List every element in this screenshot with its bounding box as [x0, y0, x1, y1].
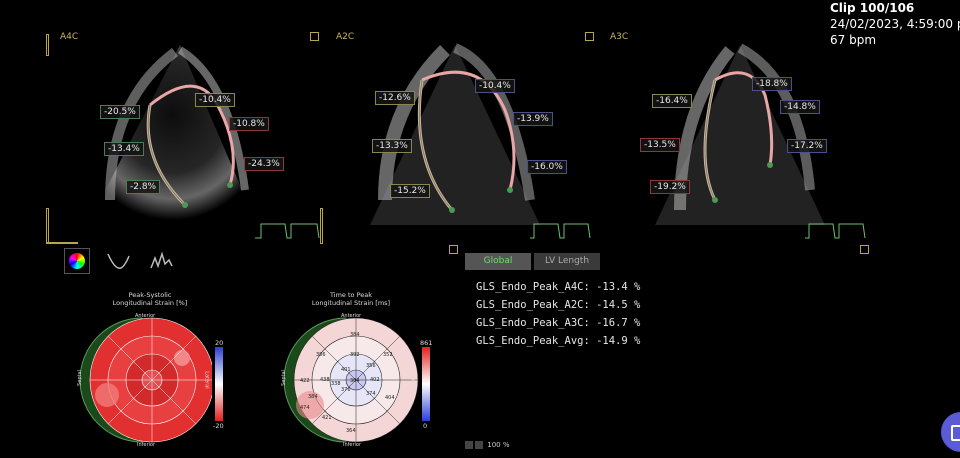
segment-label[interactable]: -12.6% [375, 91, 415, 105]
zoom-in-button[interactable] [475, 441, 483, 449]
frame-corner [46, 242, 78, 244]
segment-value: 384 [350, 332, 360, 338]
heart-rate: 67 bpm [830, 33, 877, 47]
segment-label[interactable]: -19.2% [650, 180, 690, 194]
segment-value: 338 [331, 381, 341, 387]
view-label-a2c: A2C [336, 32, 355, 42]
segment-label[interactable]: -13.9% [513, 112, 553, 126]
label-septal: Septal [280, 370, 287, 386]
segment-label[interactable]: -15.2% [390, 184, 430, 198]
ecg-trace [530, 223, 591, 239]
clip-info: Clip 100/106 24/02/2023, 4:59:00 pm 67 b… [830, 0, 960, 48]
label-anterior: Anterior [135, 313, 156, 319]
view-select-box[interactable] [310, 32, 319, 41]
view-select-box[interactable] [449, 245, 458, 254]
segment-value: 384 [350, 378, 360, 384]
segment-value: 376 [341, 387, 351, 393]
segment-label[interactable]: -10.4% [195, 93, 235, 107]
segment-value: 404 [385, 395, 395, 401]
chat-icon [951, 425, 960, 441]
label-lateral: Lateral [409, 371, 416, 389]
segment-value: 386 [316, 352, 326, 358]
label-inferior: Inferior [343, 442, 362, 448]
ttp-colorbar [422, 347, 430, 421]
frame-corner [46, 34, 49, 56]
strain-colorbar [215, 347, 223, 421]
clip-counter: Clip 100/106 [830, 1, 915, 15]
ultrasound-a2c [370, 43, 540, 225]
zoom-level: 100 % [487, 441, 510, 449]
segment-label[interactable]: -20.5% [100, 105, 140, 119]
segment-value: 356 [366, 363, 376, 369]
tab-global[interactable]: Global [465, 253, 531, 270]
segment-label[interactable]: -14.8% [780, 100, 820, 114]
segment-label[interactable]: -17.2% [787, 139, 827, 153]
segment-value: 364 [346, 428, 356, 434]
bullseye-ttp-title: Time to Peak Longitudinal Strain [ms] [311, 291, 391, 307]
segment-label[interactable]: -2.8% [126, 180, 161, 194]
segment-label[interactable]: -10.4% [475, 79, 515, 93]
gls-a4c: GLS_Endo_Peak_A4C: -13.4 % [476, 281, 641, 293]
segment-value: 374 [366, 391, 376, 397]
segment-label[interactable]: -18.8% [752, 77, 792, 91]
segment-value: 438 [320, 377, 330, 383]
segment-label[interactable]: -16.0% [527, 160, 567, 174]
view-select-box[interactable] [860, 245, 869, 254]
view-label-a3c: A3C [610, 32, 629, 42]
gls-avg: GLS_Endo_Peak_Avg: -14.9 % [476, 335, 641, 347]
segment-value: 352 [383, 352, 393, 358]
strain-curve-icon[interactable] [107, 250, 131, 272]
segment-label[interactable]: -24.3% [244, 157, 284, 171]
segment-value: 402 [370, 377, 380, 383]
label-inferior: Inferior [137, 442, 156, 448]
bullseye-strain-chart [79, 317, 212, 443]
ttp-scale-min: 0 [423, 422, 428, 430]
ecg-trace [255, 223, 320, 239]
ultrasound-a3c [655, 43, 825, 225]
color-map-button[interactable] [64, 248, 90, 274]
segment-value: 384 [308, 394, 318, 400]
label-septal: Septal [76, 370, 83, 386]
strain-scale-min: -20 [213, 422, 224, 430]
frame-corner [46, 208, 49, 244]
strain-scale-max: 20 [215, 339, 224, 347]
segment-value: 401 [341, 367, 351, 373]
segment-value: 422 [300, 378, 310, 384]
segment-label[interactable]: -13.4% [104, 142, 144, 156]
bullseye-strain-title: Peak-Systolic Longitudinal Strain [%] [112, 291, 188, 307]
gls-a2c: GLS_Endo_Peak_A2C: -14.5 % [476, 299, 641, 311]
segment-value: 421 [322, 415, 332, 421]
strain-rate-icon[interactable] [150, 250, 174, 272]
segment-label[interactable]: -13.3% [372, 139, 412, 153]
segment-value: 474 [300, 405, 310, 411]
zoom-control: 100 % [465, 441, 509, 449]
gls-a3c: GLS_Endo_Peak_A3C: -16.7 % [476, 317, 641, 329]
clip-datetime: 24/02/2023, 4:59:00 pm [830, 17, 960, 31]
chat-button[interactable] [941, 412, 960, 452]
ultrasound-a4c [90, 45, 255, 220]
label-anterior: Anterior [341, 313, 362, 319]
segment-label[interactable]: -13.5% [640, 138, 680, 152]
ttp-scale-max: 861 [420, 339, 433, 347]
tab-lv-length[interactable]: LV Length [534, 253, 600, 270]
view-label-a4c: A4C [60, 32, 79, 42]
segment-label[interactable]: -10.8% [229, 117, 269, 131]
segment-value: 392 [350, 352, 360, 358]
view-select-box[interactable] [585, 32, 594, 41]
zoom-out-button[interactable] [465, 441, 473, 449]
segment-label[interactable]: -16.4% [652, 94, 692, 108]
ecg-trace [805, 223, 866, 239]
label-lateral: Lateral [203, 371, 210, 389]
color-wheel-icon [69, 253, 85, 269]
